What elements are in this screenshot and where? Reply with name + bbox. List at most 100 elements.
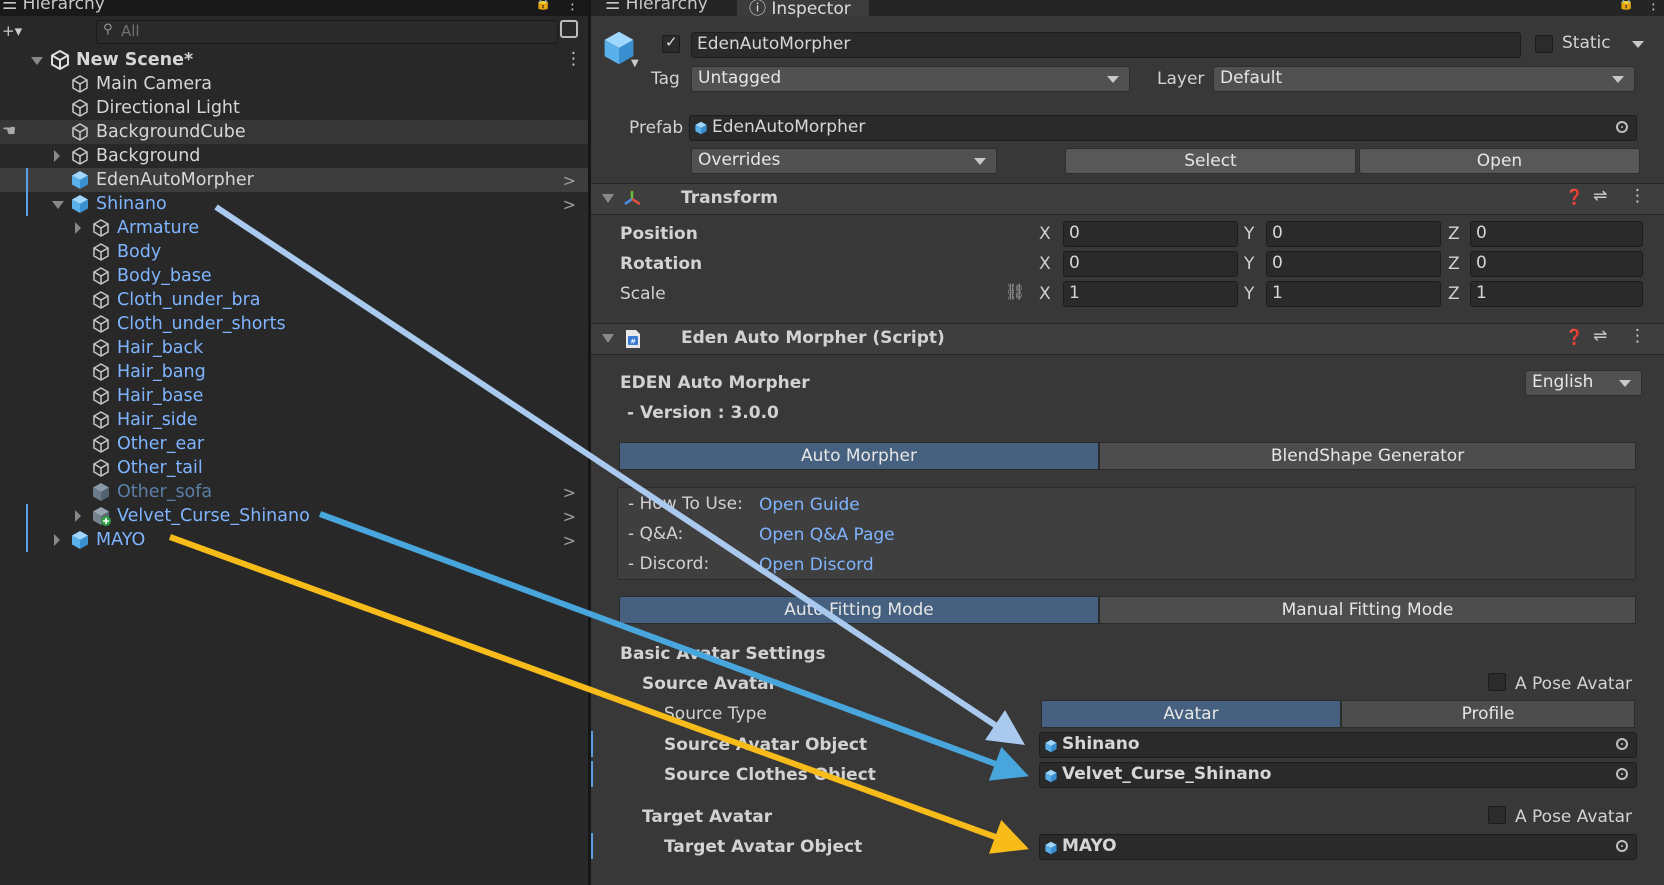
fold-arrow-icon[interactable] [52, 201, 64, 209]
hierarchy-item-hair-back[interactable]: Hair_back [0, 336, 588, 360]
tab-blendshape-generator[interactable]: BlendShape Generator [1099, 442, 1636, 470]
hierarchy-item-mayo[interactable]: MAYO > [0, 528, 588, 552]
help-icon[interactable]: ❓ [1565, 188, 1584, 206]
target-avatar-object-field[interactable]: MAYO [1039, 834, 1637, 860]
hierarchy-item-shinano[interactable]: Shinano > [0, 192, 588, 216]
help-icon[interactable]: ❓ [1565, 328, 1584, 346]
chevron-right-icon[interactable]: > [563, 483, 576, 502]
hierarchy-item-other-ear[interactable]: Other_ear [0, 432, 588, 456]
chevron-right-icon[interactable]: > [563, 507, 576, 526]
kebab-menu-icon[interactable]: ⋮ [1646, 0, 1661, 13]
fold-arrow-icon[interactable] [54, 534, 60, 546]
overrides-dropdown[interactable]: Overrides [691, 148, 997, 174]
kebab-menu-icon[interactable]: ⋮ [565, 0, 580, 13]
hierarchy-item-backgroundcube[interactable]: ☚ BackgroundCube [0, 120, 588, 144]
scene-visibility-icon[interactable] [560, 20, 578, 38]
item-label: Directional Light [96, 98, 240, 118]
chevron-right-icon[interactable]: > [563, 531, 576, 550]
scale-z-field[interactable]: 1 [1470, 281, 1643, 307]
hierarchy-tab[interactable]: ☰ Hierarchy [2, 0, 105, 14]
source-type-label: Source Type [664, 704, 767, 724]
position-y-field[interactable]: 0 [1266, 221, 1441, 247]
target-a-pose-checkbox[interactable] [1488, 806, 1506, 824]
item-label: Hair_bang [117, 362, 206, 382]
presets-icon[interactable]: ⇌ [1593, 326, 1607, 346]
prefab-field[interactable]: EdenAutoMorpher [689, 115, 1637, 141]
tab-auto-morpher[interactable]: Auto Morpher [619, 442, 1099, 470]
tag-dropdown[interactable]: Untagged [691, 66, 1130, 92]
source-type-avatar[interactable]: Avatar [1041, 700, 1341, 728]
position-z-field[interactable]: 0 [1470, 221, 1643, 247]
tab-hierarchy[interactable]: ☰ Hierarchy [605, 0, 708, 14]
hierarchy-item-body-base[interactable]: Body_base [0, 264, 588, 288]
source-avatar-object-field[interactable]: Shinano [1039, 732, 1637, 758]
gameobject-cube-icon [70, 146, 90, 166]
source-a-pose-checkbox[interactable] [1488, 673, 1506, 691]
hierarchy-item-cloth-under-bra[interactable]: Cloth_under_bra [0, 288, 588, 312]
static-dropdown-icon[interactable] [1632, 41, 1644, 48]
source-clothes-object-field[interactable]: Velvet_Curse_Shinano [1039, 762, 1637, 788]
scale-y-field[interactable]: 1 [1266, 281, 1441, 307]
hierarchy-item-cloth-under-shorts[interactable]: Cloth_under_shorts [0, 312, 588, 336]
hierarchy-item-velvet-curse-shinano[interactable]: Velvet_Curse_Shinano > [0, 504, 588, 528]
object-picker-icon[interactable] [1616, 840, 1628, 852]
search-input[interactable]: ⚲ All [96, 20, 558, 44]
chevron-right-icon[interactable]: > [563, 171, 576, 190]
icon-dropdown-icon[interactable]: ▼ [631, 58, 639, 69]
axis-x-label: X [1039, 224, 1051, 244]
object-picker-icon[interactable] [1616, 768, 1628, 780]
object-picker-icon[interactable] [1616, 121, 1628, 133]
hierarchy-item-hair-base[interactable]: Hair_base [0, 384, 588, 408]
hierarchy-item-main-camera[interactable]: Main Camera [0, 72, 588, 96]
object-name-field[interactable]: EdenAutoMorpher [691, 32, 1521, 58]
scale-x-field[interactable]: 1 [1063, 281, 1238, 307]
open-guide-link[interactable]: Open Guide [759, 495, 860, 515]
kebab-menu-icon[interactable]: ⋮ [1629, 326, 1646, 346]
tab-inspector[interactable]: ⓘ Inspector [749, 0, 851, 19]
tab-manual-fitting-mode[interactable]: Manual Fitting Mode [1099, 596, 1636, 624]
hierarchy-item-background[interactable]: Background [0, 144, 588, 168]
fold-arrow-icon[interactable] [75, 222, 81, 234]
csharp-script-icon: # [624, 329, 642, 349]
object-picker-icon[interactable] [1616, 738, 1628, 750]
hierarchy-item-armature[interactable]: Armature [0, 216, 588, 240]
hierarchy-item-hair-side[interactable]: Hair_side [0, 408, 588, 432]
hierarchy-item-other-sofa[interactable]: Other_sofa > [0, 480, 588, 504]
lock-icon[interactable]: 🔒 [1618, 0, 1634, 11]
fold-arrow-icon[interactable] [54, 150, 60, 162]
create-dropdown-icon[interactable]: +▾ [2, 22, 22, 40]
override-marker [591, 761, 593, 787]
rotation-z-field[interactable]: 0 [1470, 251, 1643, 277]
position-x-field[interactable]: 0 [1063, 221, 1238, 247]
hierarchy-item-hair-bang[interactable]: Hair_bang [0, 360, 588, 384]
lock-icon[interactable]: 🔒 [535, 0, 551, 11]
open-qa-link[interactable]: Open Q&A Page [759, 525, 895, 545]
open-button[interactable]: Open [1359, 148, 1640, 174]
fold-arrow-icon[interactable] [75, 510, 81, 522]
hierarchy-item-edenautomorpher[interactable]: EdenAutoMorpher > [0, 168, 588, 192]
chevron-right-icon[interactable]: > [563, 195, 576, 214]
select-button[interactable]: Select [1065, 148, 1356, 174]
open-discord-link[interactable]: Open Discord [759, 555, 874, 575]
fold-arrow-icon[interactable] [602, 194, 614, 203]
layer-dropdown[interactable]: Default [1213, 66, 1635, 92]
scene-row[interactable]: New Scene* ⋮ [0, 48, 588, 72]
presets-icon[interactable]: ⇌ [1593, 186, 1607, 206]
rotation-x-field[interactable]: 0 [1063, 251, 1238, 277]
tab-auto-fitting-mode[interactable]: Auto Fitting Mode [619, 596, 1099, 624]
language-dropdown[interactable]: English [1525, 370, 1642, 396]
kebab-menu-icon[interactable]: ⋮ [1629, 186, 1646, 206]
rotation-y-field[interactable]: 0 [1266, 251, 1441, 277]
hierarchy-item-other-tail[interactable]: Other_tail [0, 456, 588, 480]
active-checkbox[interactable]: ✓ [662, 33, 680, 53]
static-checkbox[interactable] [1535, 35, 1553, 53]
hierarchy-item-body[interactable]: Body [0, 240, 588, 264]
transform-header[interactable]: Transform ❓ ⇌ ⋮ [591, 183, 1664, 215]
script-header[interactable]: # Eden Auto Morpher (Script) ❓ ⇌ ⋮ [591, 323, 1664, 355]
source-type-profile[interactable]: Profile [1341, 700, 1635, 728]
kebab-menu-icon[interactable]: ⋮ [565, 49, 582, 69]
fold-arrow-icon[interactable] [31, 57, 43, 65]
fold-arrow-icon[interactable] [602, 334, 614, 343]
constrain-proportions-icon[interactable]: ⛓ [1005, 282, 1025, 301]
hierarchy-item-directional-light[interactable]: Directional Light [0, 96, 588, 120]
